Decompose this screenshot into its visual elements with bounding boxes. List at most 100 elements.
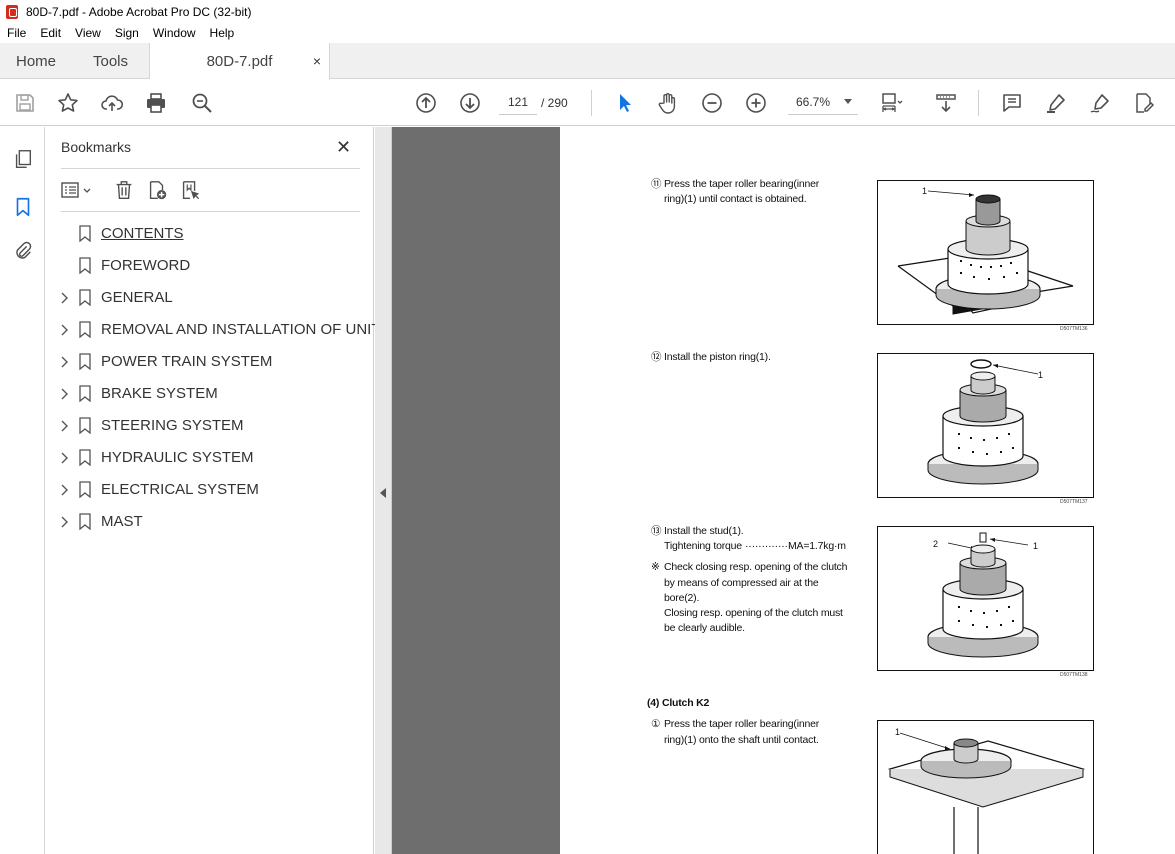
bookmark-flag-icon bbox=[79, 417, 91, 434]
panel-collapse-handle[interactable] bbox=[375, 127, 392, 854]
zoom-out-icon[interactable] bbox=[699, 90, 725, 116]
menu-window[interactable]: Window bbox=[146, 26, 203, 40]
window-title: 80D-7.pdf - Adobe Acrobat Pro DC (32-bit… bbox=[26, 4, 252, 19]
bookmark-flag-icon bbox=[79, 449, 91, 466]
menu-view[interactable]: View bbox=[68, 26, 108, 40]
figure-callout: 1 bbox=[922, 186, 927, 196]
bookmark-item-foreword[interactable]: FOREWORD bbox=[45, 250, 374, 282]
previous-page-icon[interactable] bbox=[413, 90, 439, 116]
tab-home[interactable]: Home bbox=[0, 43, 72, 79]
bookmark-flag-icon bbox=[79, 289, 91, 306]
figure-callout: 1 bbox=[1038, 370, 1043, 380]
upload-cloud-icon[interactable] bbox=[99, 90, 125, 116]
bookmark-label: POWER TRAIN SYSTEM bbox=[101, 353, 273, 370]
toolbar-divider bbox=[591, 90, 592, 116]
bookmark-item-electrical[interactable]: ELECTRICAL SYSTEM bbox=[45, 474, 374, 506]
bookmark-item-general[interactable]: GENERAL bbox=[45, 282, 374, 314]
figure-code: D507TM137 bbox=[1060, 499, 1088, 505]
figure-code: D507TM136 bbox=[1060, 326, 1088, 332]
figure-callout: 1 bbox=[895, 727, 900, 737]
chevron-right-icon[interactable] bbox=[58, 516, 70, 528]
bookmark-options-icon[interactable] bbox=[59, 177, 95, 203]
draw-sign-icon[interactable] bbox=[1087, 90, 1113, 116]
chevron-right-icon[interactable] bbox=[58, 292, 70, 304]
delete-bookmark-icon[interactable] bbox=[111, 177, 137, 203]
more-tools-icon[interactable] bbox=[1131, 90, 1157, 116]
figure-callout: 2 bbox=[933, 539, 938, 549]
menu-bar: File Edit View Sign Window Help bbox=[0, 23, 1175, 43]
next-page-icon[interactable] bbox=[457, 90, 483, 116]
panel-divider bbox=[61, 168, 360, 169]
bookmark-item-steering[interactable]: STEERING SYSTEM bbox=[45, 410, 374, 442]
chevron-right-icon[interactable] bbox=[58, 420, 70, 432]
bookmark-flag-icon bbox=[79, 321, 91, 338]
step-12-number: ⑫ bbox=[651, 351, 662, 363]
figure-callout: 1 bbox=[1033, 541, 1038, 551]
scroll-mode-icon[interactable] bbox=[933, 90, 959, 116]
step-11-number: ⑪ bbox=[651, 178, 662, 190]
page-fit-icon[interactable] bbox=[878, 90, 904, 116]
note-line3: bore(2). bbox=[664, 592, 700, 604]
close-panel-icon[interactable]: ✕ bbox=[336, 137, 351, 158]
print-icon[interactable] bbox=[143, 90, 169, 116]
bookmark-item-mast[interactable]: MAST bbox=[45, 506, 374, 538]
note-line1: Check closing resp. opening of the clutc… bbox=[664, 561, 848, 573]
step-1-line1: Press the taper roller bearing(inner bbox=[664, 718, 820, 730]
menu-edit[interactable]: Edit bbox=[33, 26, 68, 40]
select-cursor-icon[interactable] bbox=[611, 90, 637, 116]
chevron-right-icon[interactable] bbox=[58, 356, 70, 368]
menu-help[interactable]: Help bbox=[203, 26, 242, 40]
step-13-line1: Install the stud(1). bbox=[664, 525, 744, 537]
tab-document[interactable]: 80D-7.pdf × bbox=[150, 43, 330, 80]
comment-icon[interactable] bbox=[999, 90, 1025, 116]
star-icon[interactable] bbox=[55, 90, 81, 116]
chevron-down-icon bbox=[844, 99, 852, 104]
tab-tools[interactable]: Tools bbox=[72, 43, 150, 79]
bookmark-item-brake[interactable]: BRAKE SYSTEM bbox=[45, 378, 374, 410]
page-number-input[interactable] bbox=[499, 89, 537, 115]
step-1-number: ① bbox=[651, 718, 661, 730]
step-12-line1: Install the piston ring(1). bbox=[664, 351, 771, 363]
save-icon[interactable] bbox=[12, 90, 38, 116]
figure-clutch-k2: 1 bbox=[877, 720, 1094, 854]
hand-tool-icon[interactable] bbox=[655, 90, 681, 116]
figure-taper-bearing: 1 bbox=[877, 180, 1094, 325]
bookmark-flag-icon bbox=[79, 385, 91, 402]
left-rail bbox=[0, 127, 45, 854]
figure-stud: 1 2 bbox=[877, 526, 1094, 671]
tab-bar: Home Tools 80D-7.pdf × bbox=[0, 43, 1175, 80]
bookmarks-panel-icon[interactable] bbox=[11, 195, 35, 219]
bookmark-item-power-train[interactable]: POWER TRAIN SYSTEM bbox=[45, 346, 374, 378]
zoom-search-icon[interactable] bbox=[189, 90, 215, 116]
close-tab-icon[interactable]: × bbox=[313, 53, 321, 69]
find-bookmark-icon[interactable] bbox=[177, 177, 203, 203]
menu-sign[interactable]: Sign bbox=[108, 26, 146, 40]
highlight-pen-icon[interactable] bbox=[1043, 90, 1069, 116]
attachments-paperclip-icon[interactable] bbox=[11, 239, 35, 263]
bookmark-item-contents[interactable]: CONTENTS bbox=[45, 218, 374, 250]
bookmark-label: BRAKE SYSTEM bbox=[101, 385, 218, 402]
zoom-in-icon[interactable] bbox=[743, 90, 769, 116]
bookmark-label: GENERAL bbox=[101, 289, 173, 306]
chevron-right-icon[interactable] bbox=[58, 324, 70, 336]
zoom-level-select[interactable]: 66.7% bbox=[788, 89, 858, 115]
bookmarks-title: Bookmarks bbox=[61, 139, 132, 155]
bookmark-item-hydraulic[interactable]: HYDRAULIC SYSTEM bbox=[45, 442, 374, 474]
menu-file[interactable]: File bbox=[0, 26, 33, 40]
chevron-right-icon[interactable] bbox=[58, 388, 70, 400]
chevron-right-icon[interactable] bbox=[58, 452, 70, 464]
bookmark-label: HYDRAULIC SYSTEM bbox=[101, 449, 254, 466]
bookmark-item-removal-installation[interactable]: REMOVAL AND INSTALLATION OF UNIT bbox=[45, 314, 381, 346]
pdf-page: ⑪ Press the taper roller bearing(inner r… bbox=[560, 127, 1175, 854]
bookmark-label: CONTENTS bbox=[101, 225, 184, 242]
page-thumbnails-icon[interactable] bbox=[11, 147, 35, 171]
chevron-right-icon[interactable] bbox=[58, 484, 70, 496]
step-11-line2: ring)(1) until contact is obtained. bbox=[664, 193, 807, 205]
main-toolbar bbox=[0, 80, 1175, 126]
note-mark: ※ bbox=[651, 561, 660, 573]
zoom-level-value: 66.7% bbox=[796, 94, 831, 109]
panel-divider bbox=[61, 211, 360, 212]
step-13-number: ⑬ bbox=[651, 525, 662, 537]
note-line2: by means of compressed air at the bbox=[664, 577, 819, 589]
new-bookmark-icon[interactable] bbox=[144, 177, 170, 203]
